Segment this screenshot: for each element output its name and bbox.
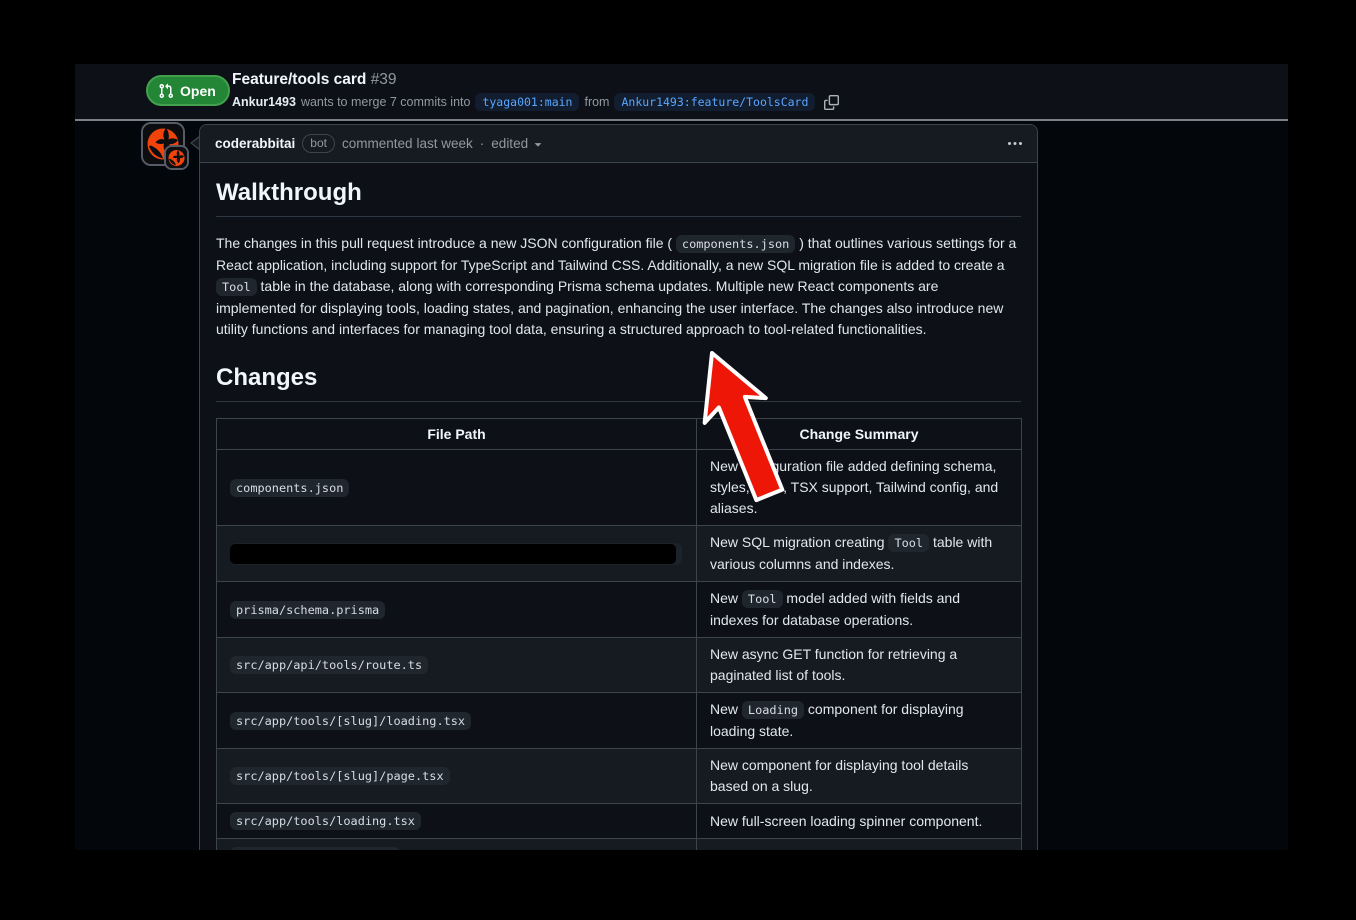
coderabbit-logo-small [166, 147, 187, 168]
comment-body: Walkthrough The changes in this pull req… [200, 163, 1037, 850]
redaction-bar [230, 544, 676, 564]
git-pull-request-icon [158, 83, 174, 99]
commented-text: commented [342, 136, 413, 151]
inline-code: components.json [676, 235, 795, 253]
kebab-horizontal-icon [1007, 136, 1023, 152]
inline-code: Tool [216, 278, 257, 296]
file-path-code: prisma/schema.prisma [230, 601, 385, 619]
change-summary-header: Change Summary [697, 419, 1022, 450]
change-summary-cell: New tools page component with pagination [697, 839, 1022, 851]
change-summary-cell: New configuration file added defining sc… [697, 450, 1022, 526]
table-row: src/app/tools/[slug]/page.tsx New compon… [217, 749, 1022, 804]
bot-badge: bot [302, 134, 335, 153]
changes-table-body: components.json New configuration file a… [217, 450, 1022, 851]
pull-request-page: Open Feature/tools card #39 Ankur1493 wa… [75, 64, 1288, 850]
walkthrough-heading: Walkthrough [216, 179, 1021, 217]
pr-author-link[interactable]: Ankur1493 [232, 95, 296, 109]
table-row: src/app/tools/[slug]/loading.tsx New Loa… [217, 693, 1022, 749]
inline-code: Tool [888, 534, 929, 552]
table-row: prisma/schema.prisma New Tool model adde… [217, 582, 1022, 638]
file-path-code: components.json [230, 479, 349, 497]
separator-dot: · [480, 136, 485, 151]
table-header-row: File Path Change Summary [217, 419, 1022, 450]
pr-status-badge: Open [146, 75, 230, 106]
table-row: src/app/tools/loading.tsx New full-scree… [217, 804, 1022, 839]
file-path-cell: prisma/schema.prisma [217, 582, 697, 638]
change-summary-cell: New Tool model added with fields and ind… [697, 582, 1022, 638]
coderabbit-avatar-badge [164, 145, 189, 170]
pr-merge-summary: Ankur1493 wants to merge 7 commits into … [232, 93, 839, 111]
pr-status-label: Open [180, 83, 216, 99]
file-path-code: src/app/api/tools/route.ts [230, 656, 428, 674]
file-path-code: src/app/tools/loading.tsx [230, 812, 421, 830]
file-path-cell: components.json [217, 450, 697, 526]
merge-text: wants to merge 7 commits into [301, 95, 471, 109]
from-text: from [584, 95, 609, 109]
file-path-code: src/app/tools/page.tsx [230, 847, 400, 850]
edited-dropdown[interactable]: edited [491, 136, 545, 151]
triangle-down-icon [531, 137, 545, 151]
change-summary-cell: New component for displaying tool detail… [697, 749, 1022, 804]
changes-heading: Changes [216, 364, 1021, 402]
walkthrough-paragraph: The changes in this pull request introdu… [216, 233, 1021, 340]
file-path-cell: src/app/tools/page.tsx [217, 839, 697, 851]
inline-code: Tool [742, 590, 783, 608]
file-path-code: src/app/tools/[slug]/loading.tsx [230, 712, 471, 730]
comment-card: coderabbitai bot commented last week · e… [199, 124, 1038, 850]
table-row: src/app/api/tools/route.ts New async GET… [217, 638, 1022, 693]
file-path-cell: src/app/tools/[slug]/page.tsx [217, 749, 697, 804]
file-path-cell [217, 526, 697, 582]
table-row: components.json New configuration file a… [217, 450, 1022, 526]
comment-menu-button[interactable] [1007, 136, 1023, 152]
pr-header: Open Feature/tools card #39 Ankur1493 wa… [75, 64, 1288, 121]
change-summary-cell: New async GET function for retrieving a … [697, 638, 1022, 693]
file-path-cell: src/app/tools/loading.tsx [217, 804, 697, 839]
comment-timestamp-link[interactable]: last week [417, 136, 473, 151]
redacted-file-path [230, 543, 682, 565]
change-summary-cell: New full-screen loading spinner componen… [697, 804, 1022, 839]
pr-title: Feature/tools card #39 [232, 71, 397, 89]
copy-branch-button[interactable] [824, 95, 839, 110]
file-path-code: src/app/tools/[slug]/page.tsx [230, 767, 450, 785]
file-path-cell: src/app/tools/[slug]/loading.tsx [217, 693, 697, 749]
inline-code: Loading [742, 701, 804, 719]
comment-author-link[interactable]: coderabbitai [215, 136, 295, 151]
file-path-header: File Path [217, 419, 697, 450]
change-summary-cell: New Loading component for displaying loa… [697, 693, 1022, 749]
table-row: New SQL migration creating Tool table wi… [217, 526, 1022, 582]
base-branch-label: tyaga001:main [475, 93, 579, 111]
comment-header: coderabbitai bot commented last week · e… [200, 125, 1037, 163]
change-summary-cell: New SQL migration creating Tool table wi… [697, 526, 1022, 582]
pr-number: #39 [371, 71, 397, 88]
copy-icon [824, 95, 839, 110]
file-path-cell: src/app/api/tools/route.ts [217, 638, 697, 693]
head-branch-label: Ankur1493:feature/ToolsCard [614, 93, 815, 111]
changes-table: File Path Change Summary components.json… [216, 418, 1022, 850]
table-row: src/app/tools/page.tsx New tools page co… [217, 839, 1022, 851]
